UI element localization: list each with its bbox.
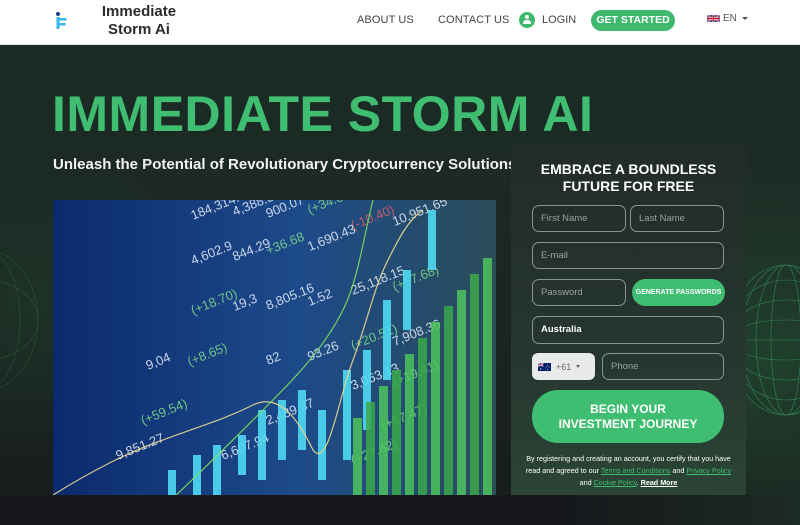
brand-line-2: Storm Ai [108, 21, 170, 38]
language-selector[interactable]: EN [707, 13, 748, 24]
volume-bar [379, 386, 388, 498]
candlestick [318, 410, 326, 480]
australia-flag-icon [538, 362, 551, 371]
candlestick [238, 435, 246, 475]
nav-about-us[interactable]: ABOUT US [357, 14, 414, 26]
volume-bar [366, 402, 375, 498]
volume-bar [483, 258, 492, 498]
volume-bar [353, 418, 362, 498]
nav-contact-us[interactable]: CONTACT US [438, 14, 510, 26]
read-more-link[interactable]: Read More [641, 478, 678, 487]
candlestick [383, 300, 391, 380]
wireframe-globe-left-icon [0, 252, 39, 388]
disclaimer-text-2: and [670, 466, 687, 475]
candlestick [403, 270, 411, 330]
privacy-policy-link[interactable]: Privacy Policy [686, 466, 731, 475]
login-link[interactable]: LOGIN [519, 10, 576, 30]
uk-flag-icon [707, 14, 720, 23]
candlestick [258, 410, 266, 480]
terms-disclaimer: By registering and creating an account, … [525, 453, 732, 489]
volume-bar [470, 274, 479, 498]
volume-bar [431, 322, 440, 498]
hero-subtitle: Unleash the Potential of Revolutionary C… [53, 156, 517, 173]
volume-bar [418, 338, 427, 498]
brand-logo-icon[interactable] [55, 12, 69, 30]
begin-investment-button[interactable]: BEGIN YOUR INVESTMENT JOURNEY [532, 390, 724, 443]
stock-chart-illustration: 184,314.43 900.07 (-10.40)4,602.9 +36.6825,… [53, 200, 496, 498]
site-header: Immediate Storm Ai ABOUT US CONTACT US L… [0, 0, 800, 45]
phone-input[interactable] [602, 353, 724, 380]
volume-bar [405, 354, 414, 498]
user-icon [519, 12, 535, 28]
terms-link[interactable]: Terms and Conditions [601, 466, 671, 475]
disclaimer-text-3: and [579, 478, 594, 487]
chevron-down-icon [576, 365, 581, 368]
password-input[interactable] [532, 279, 626, 306]
candlestick [168, 470, 176, 498]
first-name-input[interactable] [532, 205, 626, 232]
login-label: LOGIN [542, 14, 577, 26]
generate-passwords-button[interactable]: GENERATE PASSWORDS [632, 279, 725, 306]
hero-trading-image: 184,314.43 900.07 (-10.40) 4,602.9 +36.68 25,… [53, 200, 496, 498]
candlestick [343, 370, 351, 460]
brand-name[interactable]: Immediate Storm Ai [96, 3, 182, 39]
country-select[interactable]: Australia [532, 316, 724, 344]
signup-form: EMBRACE A BOUNDLESS FUTURE FOR FREE GENE… [511, 145, 746, 498]
candlestick [298, 390, 306, 450]
form-title: EMBRACE A BOUNDLESS FUTURE FOR FREE [540, 161, 717, 194]
get-started-button[interactable]: GET STARTED [591, 10, 675, 31]
page-bottom-band [0, 495, 800, 525]
language-code: EN [723, 13, 737, 24]
cookie-policy-link[interactable]: Cookie Policy [594, 478, 637, 487]
last-name-input[interactable] [630, 205, 724, 232]
candlestick [428, 210, 436, 270]
dial-code-value: +61 [556, 361, 572, 372]
volume-bar [457, 290, 466, 498]
volume-bar [444, 306, 453, 498]
chevron-down-icon [741, 17, 748, 20]
dial-code-select[interactable]: +61 [532, 353, 595, 380]
volume-bar [392, 370, 401, 498]
email-input[interactable] [532, 242, 724, 269]
brand-line-1: Immediate [101, 3, 177, 20]
hero-title: IMMEDIATE STORM AI [52, 86, 594, 142]
